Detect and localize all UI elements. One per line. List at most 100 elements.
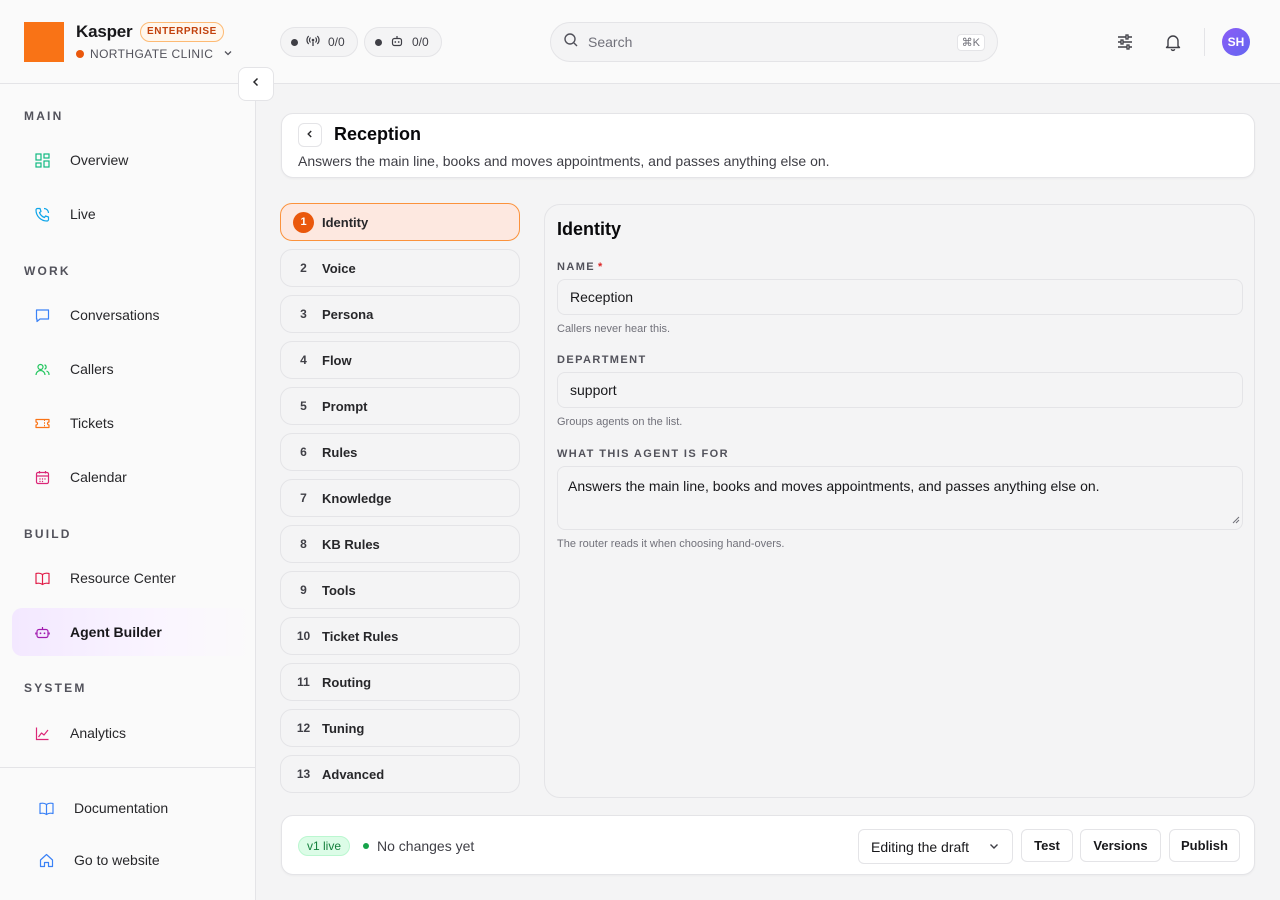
sliders-icon[interactable] [1113, 30, 1137, 54]
step-label: Ticket Rules [322, 628, 399, 644]
versions-button[interactable]: Versions [1080, 829, 1161, 862]
sidebar-item-live[interactable]: Live [12, 190, 256, 238]
sidebar-item-callers[interactable]: Callers [12, 345, 256, 393]
sidebar-item-label: Callers [70, 361, 114, 377]
avatar[interactable]: SH [1222, 28, 1250, 56]
edit-mode-value: Editing the draft [871, 838, 970, 855]
step-label: Rules [322, 444, 358, 460]
resize-handle-icon[interactable] [1232, 511, 1240, 527]
step-number: 10 [296, 629, 311, 643]
publish-bar: v1 live No changes yet Editing the draft… [281, 815, 1255, 875]
publish-button[interactable]: Publish [1169, 829, 1240, 862]
grid-icon [34, 152, 50, 168]
chevron-down-icon [223, 47, 233, 61]
step-number: 1 [293, 211, 314, 233]
purpose-label: WHAT THIS AGENT IS FOR [557, 448, 729, 460]
sidebar-item-tickets[interactable]: Tickets [12, 399, 256, 447]
step-number: 7 [300, 491, 307, 505]
sidebar-item-overview[interactable]: Overview [12, 136, 256, 184]
sidebar: MAIN Overview Live WORK Conversations Ca… [0, 84, 256, 900]
org-switcher[interactable]: NORTHGATE CLINIC [76, 47, 233, 61]
step-number: 5 [300, 399, 307, 413]
chevron-left-icon [305, 126, 315, 144]
brand-name: Kasper [76, 22, 133, 41]
step-number: 9 [300, 583, 307, 597]
search-shortcut: ⌘K [956, 33, 985, 51]
chevron-down-icon [988, 839, 1000, 855]
test-button[interactable]: Test [1021, 829, 1073, 862]
status-dot [375, 38, 382, 46]
sidebar-item-agent-builder[interactable]: Agent Builder [12, 608, 256, 656]
plan-badge: ENTERPRISE [140, 22, 224, 42]
step-rules[interactable]: 6 Rules [280, 433, 520, 471]
edit-mode-select[interactable]: Editing the draft [858, 829, 1013, 864]
chevron-left-icon [250, 75, 262, 93]
robot-icon [34, 624, 50, 640]
step-kb-rules[interactable]: 8 KB Rules [280, 525, 520, 563]
agent-counter[interactable]: 0/0 [364, 27, 442, 57]
step-label: Tools [322, 582, 356, 598]
step-identity[interactable]: 1 Identity [280, 203, 520, 241]
name-field[interactable]: Reception [557, 279, 1243, 315]
step-number: 12 [296, 721, 311, 735]
name-label-text: NAME [557, 261, 595, 273]
purpose-textarea[interactable]: Answers the main line, books and moves a… [557, 466, 1243, 530]
change-status: No changes yet [377, 838, 475, 854]
step-persona[interactable]: 3 Persona [280, 295, 520, 333]
step-number: 3 [300, 307, 307, 321]
search-input[interactable]: Search [588, 34, 948, 50]
section-label-system: SYSTEM [24, 681, 87, 695]
book-open-icon [38, 800, 54, 816]
step-knowledge[interactable]: 7 Knowledge [280, 479, 520, 517]
collapse-sidebar-button[interactable] [238, 67, 274, 101]
chat-bubble-icon [34, 307, 50, 323]
org-status-dot [76, 50, 84, 58]
step-tools[interactable]: 9 Tools [280, 571, 520, 609]
sidebar-item-calendar[interactable]: Calendar [12, 453, 256, 501]
live-calls-counter[interactable]: 0/0 [280, 27, 358, 57]
form-title: Identity [557, 219, 622, 239]
sidebar-item-analytics[interactable]: Analytics [12, 709, 256, 757]
sidebar-item-conversations[interactable]: Conversations [12, 291, 256, 339]
status-dot [363, 843, 369, 849]
page-subtitle: Answers the main line, books and moves a… [298, 153, 830, 169]
search-box[interactable]: Search ⌘K [550, 22, 998, 62]
divider [1204, 28, 1205, 56]
step-routing[interactable]: 11 Routing [280, 663, 520, 701]
sidebar-item-label: Go to website [74, 852, 160, 868]
step-number: 2 [300, 261, 307, 275]
step-label: Routing [322, 674, 372, 690]
bell-icon[interactable] [1161, 30, 1185, 54]
sidebar-item-documentation[interactable]: Documentation [12, 784, 256, 832]
step-flow[interactable]: 4 Flow [280, 341, 520, 379]
step-advanced[interactable]: 13 Advanced [280, 755, 520, 793]
brand-logo[interactable] [24, 22, 64, 62]
name-help: Callers never hear this. [557, 323, 671, 335]
sidebar-item-resource-center[interactable]: Resource Center [12, 554, 256, 602]
step-prompt[interactable]: 5 Prompt [280, 387, 520, 425]
step-number: 11 [297, 675, 310, 689]
line-chart-icon [34, 725, 50, 741]
step-ticket-rules[interactable]: 10 Ticket Rules [280, 617, 520, 655]
department-label: DEPARTMENT [557, 354, 647, 366]
identity-form-panel: Identity NAME * Reception Callers never h… [544, 204, 1255, 798]
search-icon [563, 32, 579, 53]
sidebar-item-label: Analytics [70, 725, 127, 741]
department-field[interactable]: support [557, 372, 1243, 408]
section-label-main: MAIN [24, 109, 64, 123]
sidebar-item-website[interactable]: Go to website [12, 836, 256, 884]
step-label: Prompt [322, 398, 368, 414]
step-voice[interactable]: 2 Voice [280, 249, 520, 287]
step-tuning[interactable]: 12 Tuning [280, 709, 520, 747]
required-marker: * [598, 261, 604, 273]
sidebar-item-label: Conversations [70, 307, 160, 323]
phone-icon [34, 206, 50, 222]
sidebar-item-label: Tickets [70, 415, 114, 431]
section-label-work: WORK [24, 264, 71, 278]
step-label: Identity [322, 214, 369, 230]
org-name: NORTHGATE CLINIC [90, 47, 214, 61]
back-button[interactable] [298, 123, 322, 147]
counter-value: 0/0 [328, 35, 345, 49]
sidebar-item-label: Documentation [74, 800, 169, 816]
sidebar-item-label: Resource Center [70, 570, 176, 586]
